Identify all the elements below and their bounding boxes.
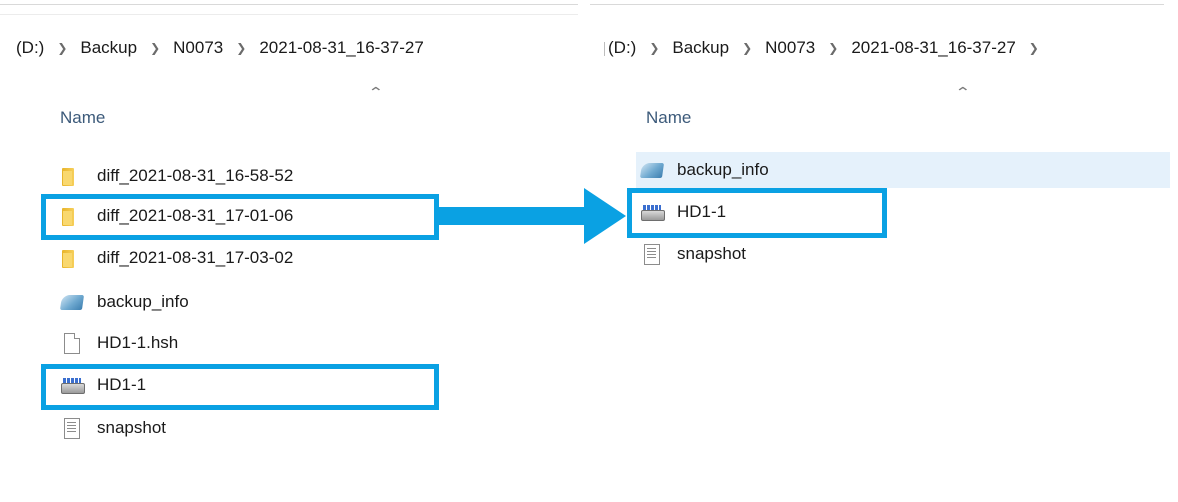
list-item-folder[interactable]: diff_2021-08-31_16-58-52 xyxy=(60,158,440,194)
file-label: backup_info xyxy=(677,160,769,179)
breadcrumb-drive[interactable]: (D:) xyxy=(608,38,636,58)
text-file-icon xyxy=(640,244,664,265)
column-header-name[interactable]: Name xyxy=(60,108,105,128)
highlight-box-hd1-right xyxy=(627,188,887,238)
chevron-right-icon[interactable]: ❯ xyxy=(57,41,67,55)
sort-ascending-icon[interactable]: ⌃ xyxy=(368,84,384,101)
list-item-file[interactable]: backup_info xyxy=(60,284,440,320)
highlight-box-diff-folder xyxy=(41,194,439,240)
arrow-right-icon xyxy=(436,188,626,244)
text-file-icon xyxy=(60,418,84,439)
toolbar-divider xyxy=(0,4,578,5)
list-item-file-selected[interactable]: backup_info xyxy=(636,152,1170,188)
file-label: backup_info xyxy=(97,292,189,311)
highlight-box-hd1-left xyxy=(41,364,439,410)
breadcrumb-drive[interactable]: (D:) xyxy=(16,38,44,58)
chevron-right-icon[interactable]: ❯ xyxy=(742,41,752,55)
chevron-right-icon[interactable]: ❯ xyxy=(150,41,160,55)
breadcrumb-current-folder[interactable]: 2021-08-31_16-37-27 xyxy=(851,38,1015,58)
right-explorer-pane: (D:) ❯ Backup ❯ N0073 ❯ 2021-08-31_16-37… xyxy=(590,0,1178,320)
folder-icon xyxy=(60,166,84,186)
chevron-right-icon[interactable]: ❯ xyxy=(828,41,838,55)
chevron-right-icon[interactable]: ❯ xyxy=(1029,41,1039,55)
breadcrumb[interactable]: (D:) ❯ Backup ❯ N0073 ❯ 2021-08-31_16-37… xyxy=(16,38,424,58)
file-label: HD1-1.hsh xyxy=(97,333,179,352)
breadcrumb[interactable]: (D:) ❯ Backup ❯ N0073 ❯ 2021-08-31_16-37… xyxy=(608,38,1052,58)
column-header-name[interactable]: Name xyxy=(646,108,691,128)
file-label: diff_2021-08-31_16-58-52 xyxy=(97,166,294,185)
list-item-folder[interactable]: diff_2021-08-31_17-03-02 xyxy=(60,240,440,276)
pane-edge-marker xyxy=(604,42,605,56)
breadcrumb-n0073[interactable]: N0073 xyxy=(173,38,223,58)
list-item-file[interactable]: HD1-1.hsh xyxy=(60,325,440,361)
breadcrumb-current-folder[interactable]: 2021-08-31_16-37-27 xyxy=(259,38,423,58)
list-item-file[interactable]: snapshot xyxy=(636,236,1170,272)
left-explorer-pane: (D:) ❯ Backup ❯ N0073 ❯ 2021-08-31_16-37… xyxy=(0,0,590,502)
breadcrumb-backup[interactable]: Backup xyxy=(672,38,729,58)
toolbar-divider xyxy=(590,4,1164,5)
info-file-icon xyxy=(60,292,84,312)
toolbar-divider-secondary xyxy=(0,14,578,15)
breadcrumb-n0073[interactable]: N0073 xyxy=(765,38,815,58)
file-label: snapshot xyxy=(677,244,746,263)
file-label: diff_2021-08-31_17-03-02 xyxy=(97,248,294,267)
sort-ascending-icon[interactable]: ⌃ xyxy=(955,84,971,101)
chevron-right-icon[interactable]: ❯ xyxy=(649,41,659,55)
chevron-right-icon[interactable]: ❯ xyxy=(236,41,246,55)
info-file-icon xyxy=(640,160,664,180)
breadcrumb-backup[interactable]: Backup xyxy=(80,38,137,58)
blank-file-icon xyxy=(60,333,84,354)
folder-icon xyxy=(60,248,84,268)
file-label: snapshot xyxy=(97,418,166,437)
list-item-file[interactable]: snapshot xyxy=(60,410,440,446)
